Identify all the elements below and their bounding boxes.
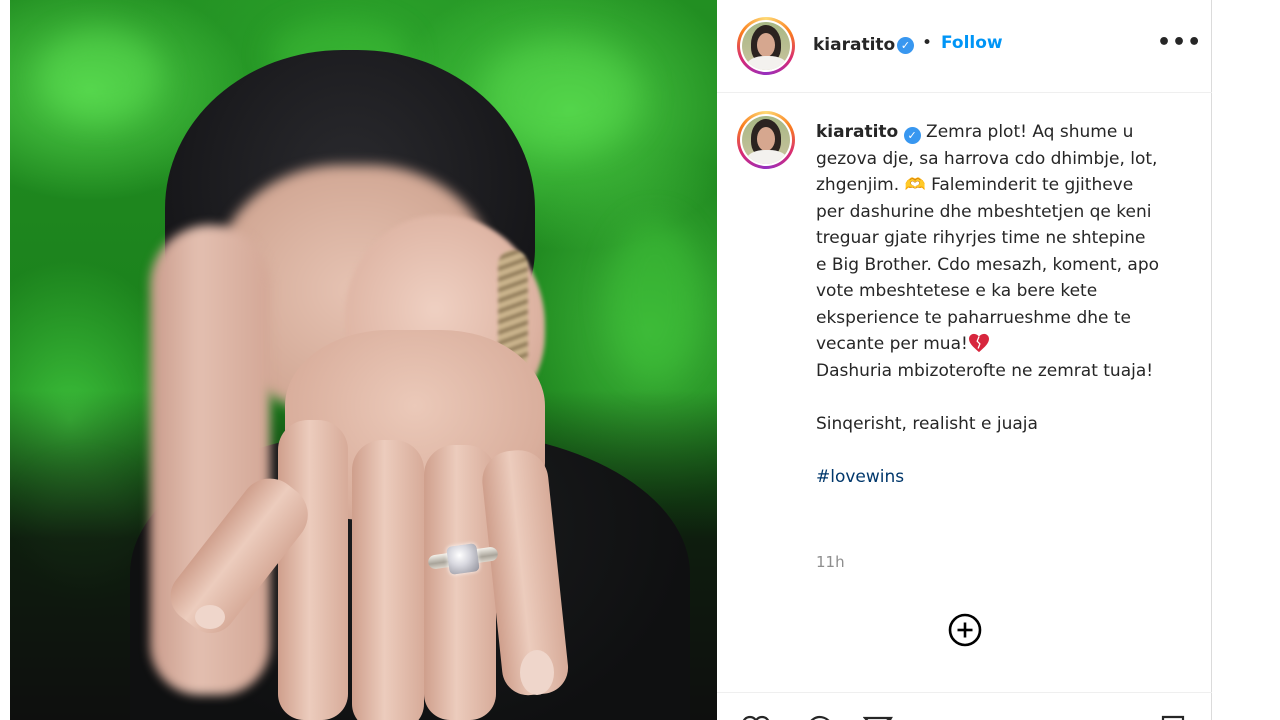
hashtag-link[interactable]: #lovewins	[816, 467, 904, 487]
post-caption: kiaratito ✓ Zemra plot! Aq shume u gezov…	[816, 119, 1161, 490]
plus-circle-icon	[948, 613, 982, 647]
caption-text: Zemra plot! Aq shume u gezova dje, sa ha…	[816, 122, 1165, 354]
caption-text-2: Dashuria mbizoterofte ne zemrat tuaja!	[816, 360, 1154, 381]
username[interactable]: kiaratito	[813, 35, 895, 55]
load-more-comments-button[interactable]	[947, 612, 983, 648]
separator-dot: •	[922, 33, 933, 53]
post-photo[interactable]	[10, 0, 717, 720]
caption-signoff: Sinqerisht, realisht e juaja	[816, 413, 1038, 434]
share-icon[interactable]	[863, 715, 893, 720]
like-icon[interactable]	[741, 715, 771, 720]
avatar[interactable]	[737, 17, 795, 75]
caption-avatar[interactable]	[737, 111, 795, 169]
follow-button[interactable]: Follow	[941, 33, 1003, 53]
comment-icon[interactable]	[803, 715, 833, 720]
caption-username[interactable]: kiaratito	[816, 122, 898, 142]
save-icon[interactable]	[1159, 715, 1187, 720]
broken-heart-icon	[968, 333, 989, 353]
post-sidebar: kiaratito ✓ • Follow ••• kiaratito ✓ Zem…	[717, 0, 1212, 720]
verified-badge-icon: ✓	[897, 37, 914, 54]
verified-badge-icon: ✓	[903, 127, 921, 144]
post-header: kiaratito ✓ • Follow •••	[717, 0, 1212, 93]
more-options-icon[interactable]: •••	[1157, 30, 1202, 55]
post-timestamp[interactable]: 11h	[816, 553, 845, 571]
action-bar	[717, 692, 1212, 720]
